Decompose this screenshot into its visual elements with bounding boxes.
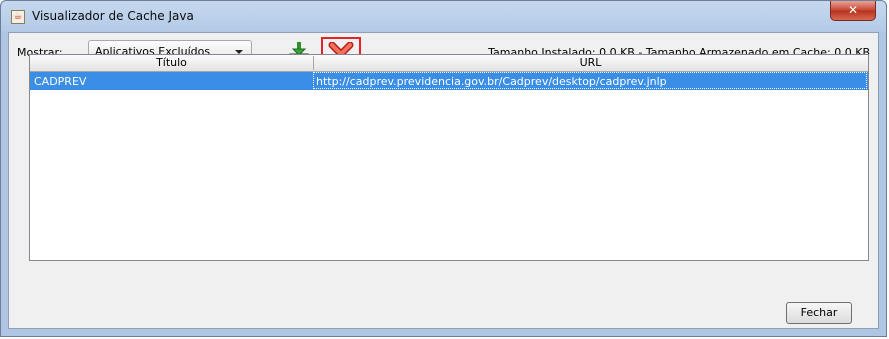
column-header-title[interactable]: Título — [30, 56, 314, 70]
cell-title: CADPREV — [34, 75, 87, 88]
cell-url: http://cadprev.previdencia.gov.br/Cadpre… — [316, 75, 667, 88]
title-bar[interactable]: ☕ Visualizador de Cache Java ✕ — [1, 1, 886, 31]
table-row[interactable]: CADPREV http://cadprev.previdencia.gov.b… — [30, 72, 868, 90]
cache-viewer-window: ☕ Visualizador de Cache Java ✕ Mostrar: … — [0, 0, 887, 337]
cache-table[interactable]: Título URL CADPREV http://cadprev.previd… — [29, 54, 869, 261]
window-close-button[interactable]: ✕ — [830, 1, 876, 21]
close-button[interactable]: Fechar — [786, 302, 852, 324]
column-header-url[interactable]: URL — [313, 56, 868, 70]
window-title: Visualizador de Cache Java — [32, 9, 194, 23]
java-cup-icon: ☕ — [11, 10, 25, 24]
table-header: Título URL — [30, 55, 868, 72]
